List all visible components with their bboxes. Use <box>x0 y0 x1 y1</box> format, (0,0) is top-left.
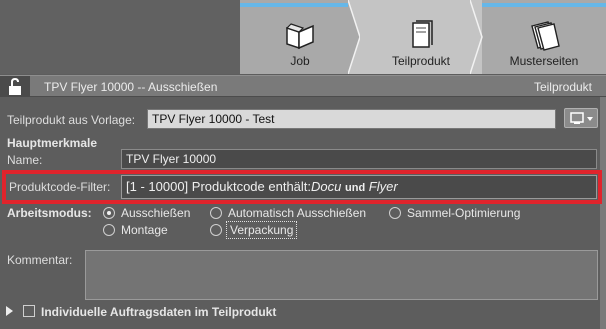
radio-button[interactable] <box>389 207 401 219</box>
tab-teilprodukt-label: Teilprodukt <box>391 54 451 68</box>
footer-section: Individuelle Auftragsdaten im Teilproduk… <box>0 305 606 329</box>
produktcode-prefix: [1 - 10000] Produktcode enthält: <box>126 179 312 194</box>
tab-job-label: Job <box>290 54 310 68</box>
radio-ausschiessen[interactable]: Ausschießen <box>103 206 190 220</box>
individuelle-auftragsdaten-label: Individuelle Auftragsdaten im Teilproduk… <box>41 305 277 319</box>
template-picker-icon <box>570 112 593 124</box>
radio-label: Montage <box>121 223 168 237</box>
radio-label: Automatisch Ausschießen <box>228 206 367 220</box>
radio-montage[interactable]: Montage <box>103 223 168 237</box>
arbeitsmodus-label: Arbeitsmodus: <box>7 206 92 220</box>
radio-automatisch-ausschiessen[interactable]: Automatisch Ausschießen <box>210 206 366 220</box>
stacked-pages-icon <box>531 21 560 51</box>
radio-label: Ausschießen <box>121 206 191 220</box>
panel-title: TPV Flyer 10000 -- Ausschießen <box>44 80 218 94</box>
tab-musterseiten[interactable]: Musterseiten <box>482 0 606 74</box>
produktcode-term2: Flyer <box>368 179 398 194</box>
vorlage-label: Teilprodukt aus Vorlage: <box>7 113 136 127</box>
vorlage-select-button[interactable] <box>564 108 598 128</box>
radio-sammel-optimierung[interactable]: Sammel-Optimierung <box>389 206 520 220</box>
tab-musterseiten-label: Musterseiten <box>509 54 579 68</box>
scrollbar[interactable] <box>600 97 606 329</box>
radio-label: Verpackung <box>225 221 298 239</box>
name-label: Name: <box>7 153 43 167</box>
lock-toggle[interactable] <box>0 76 30 97</box>
produktcode-joiner: und <box>345 182 366 194</box>
vorlage-field[interactable]: TPV Flyer 10000 - Test <box>147 109 556 129</box>
section-title: Hauptmerkmale <box>7 136 98 150</box>
tab-teilprodukt[interactable]: Teilprodukt <box>360 0 482 74</box>
produktcode-field[interactable]: [1 - 10000] Produktcode enthält:Docu und… <box>121 175 597 199</box>
radio-button[interactable] <box>103 207 115 219</box>
radio-button[interactable] <box>103 224 115 236</box>
pages-icon <box>412 20 433 48</box>
radio-label: Sammel-Optimierung <box>407 206 521 220</box>
unlock-icon <box>9 77 21 95</box>
expand-triangle-icon[interactable] <box>5 305 15 317</box>
kommentar-label: Kommentar: <box>7 253 73 267</box>
produktcode-term1: Docu <box>311 179 342 194</box>
radio-button[interactable] <box>210 224 222 236</box>
individuelle-auftragsdaten-checkbox[interactable] <box>23 305 35 317</box>
book-icon <box>285 23 314 50</box>
radio-button[interactable] <box>210 207 222 219</box>
panel-header: TPV Flyer 10000 -- Ausschießen Teilprodu… <box>0 75 606 97</box>
tab-job[interactable]: Job <box>240 0 360 74</box>
radio-verpackung[interactable]: Verpackung <box>210 221 298 239</box>
kommentar-textarea[interactable] <box>85 250 598 300</box>
panel-type-label: Teilprodukt <box>533 80 592 94</box>
name-field[interactable]: TPV Flyer 10000 <box>121 149 597 169</box>
workflow-tabs: Job Teilprodukt Musterseiten <box>240 0 606 74</box>
produktcode-label: Produktcode-Filter: <box>9 180 111 194</box>
